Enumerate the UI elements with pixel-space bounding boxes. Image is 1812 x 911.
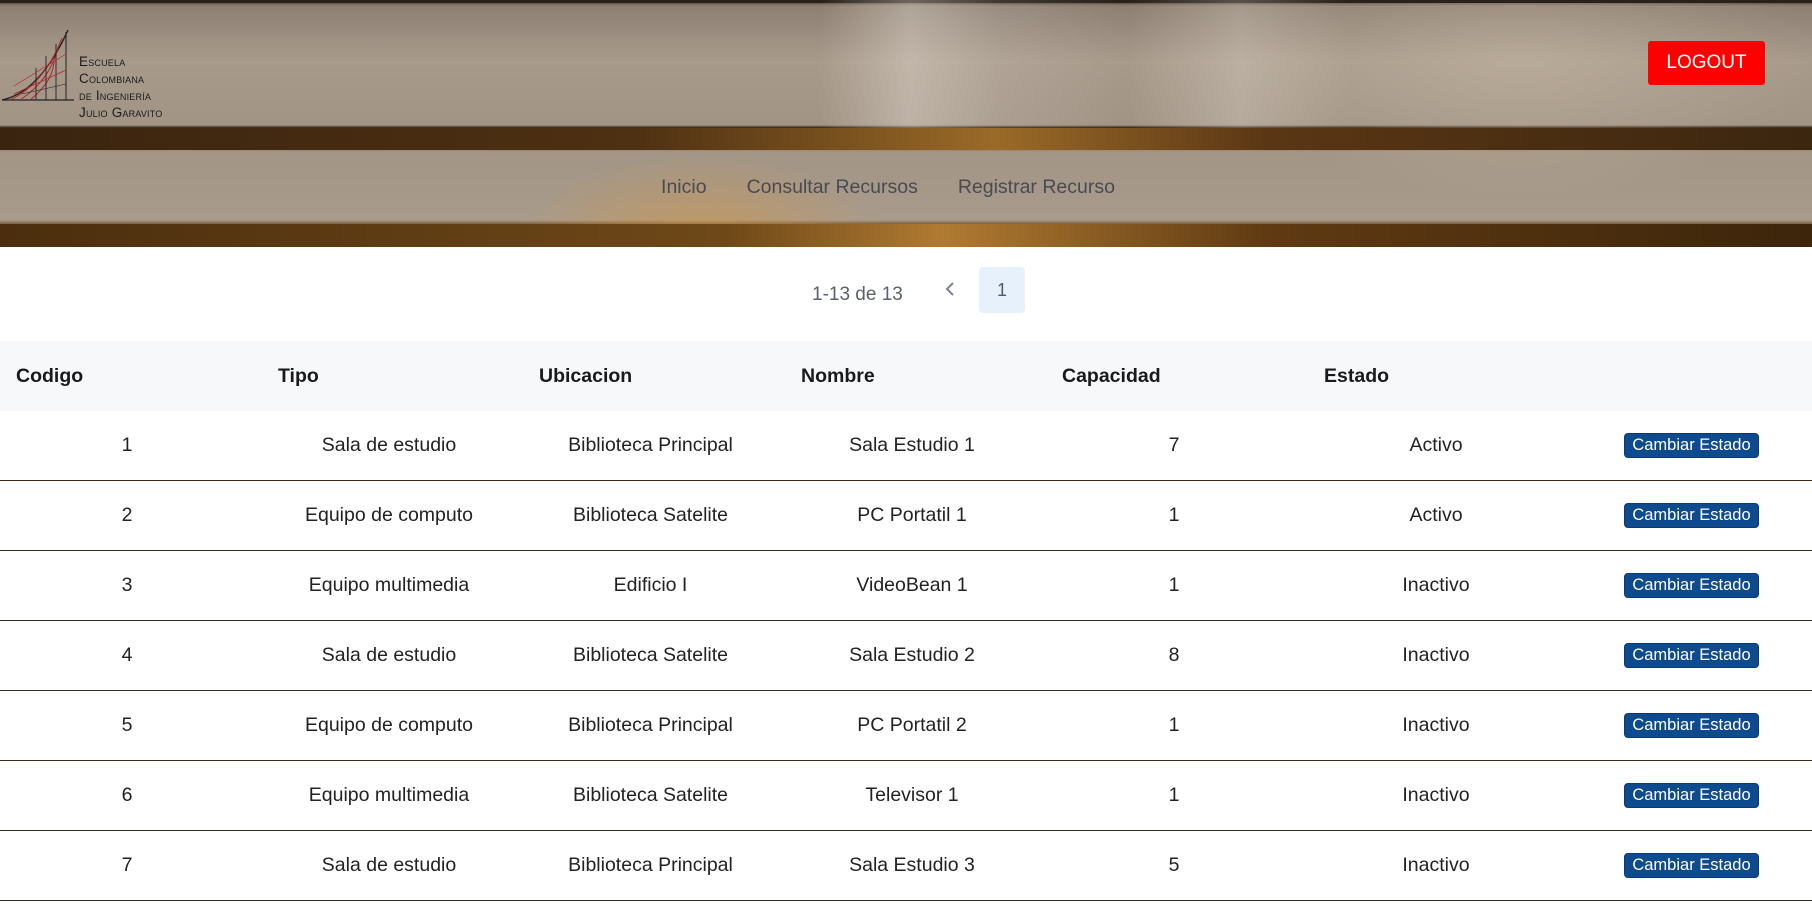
cell-codigo: 6 [121, 784, 133, 806]
column-header-codigo[interactable]: Codigo [0, 365, 254, 388]
cell-estado: Inactivo [1402, 784, 1470, 806]
cell-capacidad: 1 [1168, 714, 1180, 736]
cell-ubicacion: Biblioteca Satelite [572, 504, 728, 526]
cell-tipo: Sala de estudio [321, 644, 457, 666]
cell-estado: Activo [1409, 504, 1463, 526]
column-header-tipo[interactable]: Tipo [254, 365, 516, 388]
cell-ubicacion: Edificio I [613, 574, 688, 596]
table-row: 6 Equipo multimedia Biblioteca Satelite … [0, 761, 1812, 831]
page-button-current[interactable]: 1 [979, 267, 1025, 313]
logo-line-3: de Ingeniería [79, 88, 152, 103]
header-background-light-2 [1130, 0, 1350, 128]
nav-item-inicio[interactable]: Inicio [661, 176, 707, 199]
table-row: 3 Equipo multimedia Edificio I VideoBean… [0, 551, 1812, 621]
cell-action: Cambiar Estado [1571, 503, 1812, 528]
cell-codigo: 3 [121, 574, 133, 596]
cell-action: Cambiar Estado [1571, 783, 1812, 808]
cell-nombre: Sala Estudio 3 [849, 854, 975, 876]
cell-estado: Inactivo [1402, 714, 1470, 736]
logout-button[interactable]: LOGOUT [1648, 41, 1765, 85]
resources-table: Codigo Tipo Ubicacion Nombre Capacidad E… [0, 341, 1812, 901]
logo-text: Escuela Colombiana de Ingeniería Julio G… [79, 53, 162, 121]
table-row: 7 Sala de estudio Biblioteca Principal S… [0, 831, 1812, 901]
column-header-capacidad[interactable]: Capacidad [1038, 365, 1300, 388]
cell-capacidad: 8 [1168, 644, 1180, 666]
cell-ubicacion: Biblioteca Principal [568, 854, 733, 876]
cell-action: Cambiar Estado [1571, 853, 1812, 878]
cell-tipo: Equipo multimedia [308, 574, 470, 596]
cell-estado: Activo [1409, 434, 1463, 456]
cell-estado: Inactivo [1402, 574, 1470, 596]
cell-nombre: Televisor 1 [865, 784, 959, 806]
column-header-estado[interactable]: Estado [1300, 365, 1562, 388]
cell-codigo: 1 [121, 434, 133, 456]
header-background-light [820, 0, 1120, 128]
table-header: Codigo Tipo Ubicacion Nombre Capacidad E… [0, 341, 1812, 411]
cell-nombre: PC Portatil 1 [857, 504, 967, 526]
logo-emblem-icon [1, 29, 74, 101]
main-nav: Inicio Consultar Recursos Registrar Recu… [0, 150, 1812, 224]
cell-tipo: Sala de estudio [321, 434, 457, 456]
cell-capacidad: 1 [1168, 574, 1180, 596]
change-state-button[interactable]: Cambiar Estado [1624, 573, 1759, 598]
pagination-range: 1-13 de 13 [812, 284, 903, 305]
cell-capacidad: 1 [1168, 504, 1180, 526]
cell-action: Cambiar Estado [1571, 643, 1812, 668]
change-state-button[interactable]: Cambiar Estado [1624, 783, 1759, 808]
cell-codigo: 2 [121, 504, 133, 526]
chevron-left-icon [945, 282, 954, 296]
cell-estado: Inactivo [1402, 854, 1470, 876]
cell-nombre: Sala Estudio 2 [849, 644, 975, 666]
change-state-button[interactable]: Cambiar Estado [1624, 503, 1759, 528]
cell-capacidad: 5 [1168, 854, 1180, 876]
pagination: 1-13 de 13 [0, 266, 1812, 314]
cell-ubicacion: Biblioteca Satelite [572, 784, 728, 806]
table-row: 1 Sala de estudio Biblioteca Principal S… [0, 411, 1812, 481]
cell-capacidad: 7 [1168, 434, 1180, 456]
cell-nombre: PC Portatil 2 [857, 714, 967, 736]
column-header-nombre[interactable]: Nombre [777, 365, 1038, 388]
university-logo: Escuela Colombiana de Ingeniería Julio G… [0, 24, 200, 120]
logo-line-1: Escuela [79, 54, 126, 69]
cell-tipo: Equipo de computo [304, 504, 474, 526]
column-header-ubicacion[interactable]: Ubicacion [516, 365, 777, 388]
cell-nombre: VideoBean 1 [856, 574, 968, 596]
cell-ubicacion: Biblioteca Principal [568, 714, 733, 736]
table-row: 5 Equipo de computo Biblioteca Principal… [0, 691, 1812, 761]
cell-codigo: 4 [121, 644, 133, 666]
cell-codigo: 7 [121, 854, 133, 876]
cell-action: Cambiar Estado [1571, 713, 1812, 738]
prev-page-button[interactable] [936, 276, 964, 302]
cell-codigo: 5 [121, 714, 133, 736]
nav-item-registrar-recurso[interactable]: Registrar Recurso [958, 176, 1115, 199]
table-row: 2 Equipo de computo Biblioteca Satelite … [0, 481, 1812, 551]
cell-capacidad: 1 [1168, 784, 1180, 806]
change-state-button[interactable]: Cambiar Estado [1624, 433, 1759, 458]
header-bottom-band [0, 224, 1812, 247]
logo-line-4: Julio Garavito [79, 105, 163, 120]
change-state-button[interactable]: Cambiar Estado [1624, 643, 1759, 668]
cell-tipo: Sala de estudio [321, 854, 457, 876]
change-state-button[interactable]: Cambiar Estado [1624, 853, 1759, 878]
cell-estado: Inactivo [1402, 644, 1470, 666]
cell-nombre: Sala Estudio 1 [849, 434, 975, 456]
header-divider-band [0, 128, 1812, 150]
cell-tipo: Equipo multimedia [308, 784, 470, 806]
nav-item-consultar-recursos[interactable]: Consultar Recursos [747, 176, 918, 199]
change-state-button[interactable]: Cambiar Estado [1624, 713, 1759, 738]
table-row: 4 Sala de estudio Biblioteca Satelite Sa… [0, 621, 1812, 691]
cell-tipo: Equipo de computo [304, 714, 474, 736]
cell-action: Cambiar Estado [1571, 433, 1812, 458]
logo-line-2: Colombiana [79, 71, 145, 86]
cell-action: Cambiar Estado [1571, 573, 1812, 598]
cell-ubicacion: Biblioteca Satelite [572, 644, 728, 666]
header-banner: Escuela Colombiana de Ingeniería Julio G… [0, 0, 1812, 247]
cell-ubicacion: Biblioteca Principal [568, 434, 733, 456]
